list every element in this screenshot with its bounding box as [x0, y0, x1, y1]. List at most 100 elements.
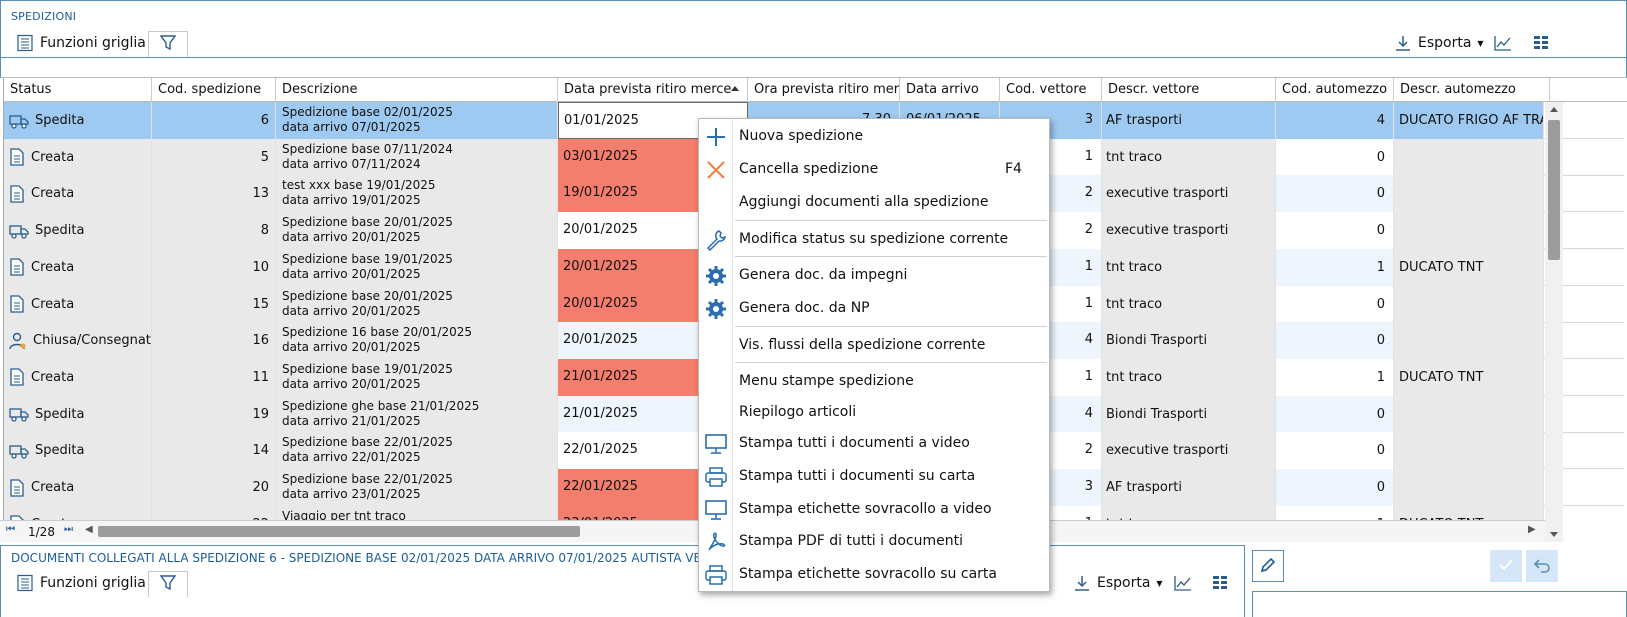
cell-status[interactable]: Creata [4, 285, 152, 323]
cell-status[interactable]: Creata [4, 138, 152, 176]
scroll-thumb[interactable] [1548, 120, 1560, 260]
column-header-descrizione[interactable]: Descrizione [276, 78, 558, 102]
menu-item[interactable]: Vis. flussi della spedizione corrente [699, 331, 1049, 361]
cell-cod-spedizione[interactable]: 16 [152, 322, 276, 360]
cell-cod-automezzo[interactable]: 0 [1276, 469, 1394, 506]
cell-status[interactable]: Spedita [4, 395, 152, 433]
grid-functions-button[interactable]: Funzioni griglia [16, 30, 146, 56]
cell-descrizione[interactable]: Spedizione base 20/01/2025 data arrivo 20… [276, 212, 558, 250]
cell-descr-vettore[interactable]: executive trasporti [1102, 212, 1276, 250]
cell-descr-automezzo[interactable] [1394, 322, 1544, 360]
menu-item[interactable]: Genera doc. da NP [699, 294, 1049, 324]
cell-descrizione[interactable]: Spedizione base 22/01/2025 data arrivo 22… [276, 432, 558, 470]
cell-status[interactable]: Chiusa/Consegnata [4, 322, 152, 360]
menu-item[interactable]: Genera doc. da impegni [699, 261, 1049, 291]
cell-status[interactable]: Creata [4, 175, 152, 213]
cell-cod-spedizione[interactable]: 6 [152, 102, 276, 139]
cell-cod-spedizione[interactable]: 20 [152, 469, 276, 506]
cell-descrizione[interactable]: Spedizione ghe base 21/01/2025 data arriv… [276, 395, 558, 433]
export-button[interactable]: Esporta ▼ [1394, 30, 1484, 56]
cell-status[interactable]: Spedita [4, 432, 152, 470]
cell-descr-automezzo[interactable] [1394, 285, 1544, 323]
filter-button[interactable] [148, 31, 188, 57]
cell-cod-automezzo[interactable]: 0 [1276, 322, 1394, 360]
cell-descr-vettore[interactable]: AF trasporti [1102, 102, 1276, 139]
menu-item[interactable]: Stampa tutti i documenti a video [699, 429, 1049, 459]
vertical-scrollbar[interactable] [1545, 102, 1563, 542]
scroll-left-icon[interactable]: ◀ [85, 524, 93, 535]
cell-descrizione[interactable]: Spedizione base 19/01/2025 data arrivo 20… [276, 358, 558, 396]
cell-descr-vettore[interactable]: tnt traco [1102, 358, 1276, 396]
menu-item[interactable]: Stampa PDF di tutti i documenti [699, 527, 1049, 557]
cell-descr-automezzo[interactable] [1394, 395, 1544, 433]
cell-descr-automezzo[interactable]: DUCATO TNT [1394, 358, 1544, 396]
cell-cod-automezzo[interactable]: 1 [1276, 248, 1394, 286]
cell-cod-spedizione[interactable]: 8 [152, 212, 276, 250]
cell-descrizione[interactable]: test xxx base 19/01/2025 data arrivo 19/0… [276, 175, 558, 213]
menu-item[interactable]: Modifica status su spedizione corrente [699, 225, 1049, 255]
cell-descr-vettore[interactable]: Biondi Trasporti [1102, 322, 1276, 360]
column-header-ora-ritiro[interactable]: Ora prevista ritiro merce [748, 78, 900, 102]
column-header-descr-automezzo[interactable]: Descr. automezzo [1394, 78, 1550, 102]
cell-status[interactable]: Spedita [4, 212, 152, 250]
grid-view-button[interactable] [1533, 30, 1549, 56]
cell-descr-automezzo[interactable]: DUCATO TNT [1394, 248, 1544, 286]
menu-item[interactable]: Stampa etichette sovracollo su carta [699, 560, 1049, 590]
cell-status[interactable]: Creata [4, 469, 152, 506]
cell-cod-automezzo[interactable]: 0 [1276, 432, 1394, 470]
cell-descrizione[interactable]: Spedizione base 20/01/2025 data arrivo 20… [276, 285, 558, 323]
cell-cod-spedizione[interactable]: 19 [152, 395, 276, 433]
cell-descr-automezzo[interactable] [1394, 212, 1544, 250]
menu-item[interactable]: Aggiungi documenti alla spedizione [699, 188, 1049, 218]
scroll-down-icon[interactable] [1550, 532, 1558, 537]
cell-descr-vettore[interactable]: tnt traco [1102, 138, 1276, 176]
menu-item[interactable]: Nuova spedizione [699, 122, 1049, 152]
cell-cod-automezzo[interactable]: 1 [1276, 358, 1394, 396]
scroll-up-icon[interactable] [1550, 107, 1558, 112]
cell-cod-spedizione[interactable]: 13 [152, 175, 276, 213]
cell-cod-spedizione[interactable]: 11 [152, 358, 276, 396]
cell-descrizione[interactable]: Spedizione base 19/01/2025 data arrivo 20… [276, 248, 558, 286]
column-header-cod-automezzo[interactable]: Cod. automezzo [1276, 78, 1394, 102]
cell-cod-automezzo[interactable]: 0 [1276, 212, 1394, 250]
menu-item[interactable]: Stampa etichette sovracollo a video [699, 495, 1049, 525]
cell-cod-automezzo[interactable]: 4 [1276, 102, 1394, 139]
documents-filter-button[interactable] [148, 571, 188, 597]
cell-descr-vettore[interactable]: Biondi Trasporti [1102, 395, 1276, 433]
cell-descr-automezzo[interactable] [1394, 469, 1544, 506]
cell-cod-automezzo[interactable]: 0 [1276, 395, 1394, 433]
cell-status[interactable]: Spedita [4, 102, 152, 139]
last-page-icon[interactable]: ⏭ [64, 524, 73, 535]
cell-descr-automezzo[interactable]: DUCATO FRIGO AF TRASPORTI [1394, 102, 1544, 139]
menu-item[interactable]: Stampa tutti i documenti su carta [699, 462, 1049, 492]
first-page-icon[interactable]: ⏮ [6, 524, 15, 535]
cell-descr-vettore[interactable]: tnt traco [1102, 285, 1276, 323]
chart-button[interactable] [1493, 30, 1513, 56]
documents-export-button[interactable]: Esporta ▼ [1073, 570, 1163, 596]
cell-cod-automezzo[interactable]: 0 [1276, 175, 1394, 213]
horizontal-scroll-thumb[interactable] [98, 526, 580, 537]
documents-grid-functions-button[interactable]: Funzioni griglia [16, 570, 146, 596]
column-header-descr-vettore[interactable]: Descr. vettore [1102, 78, 1276, 102]
confirm-button[interactable] [1490, 550, 1522, 582]
cell-descr-vettore[interactable]: executive trasporti [1102, 175, 1276, 213]
column-header-cod-spedizione[interactable]: Cod. spedizione [152, 78, 276, 102]
cell-descr-automezzo[interactable] [1394, 175, 1544, 213]
cell-cod-spedizione[interactable]: 15 [152, 285, 276, 323]
menu-item[interactable]: Menu stampe spedizione [699, 367, 1049, 397]
cell-cod-spedizione[interactable]: 10 [152, 248, 276, 286]
undo-button[interactable] [1526, 550, 1558, 582]
cell-descr-automezzo[interactable] [1394, 138, 1544, 176]
cell-cod-automezzo[interactable]: 0 [1276, 285, 1394, 323]
cell-descr-automezzo[interactable] [1394, 432, 1544, 470]
cell-cod-spedizione[interactable]: 14 [152, 432, 276, 470]
column-header-status[interactable]: Status [4, 78, 152, 102]
detail-field[interactable] [1252, 591, 1627, 617]
column-header-data-ritiro[interactable]: Data prevista ritiro merce [558, 78, 748, 102]
cell-descrizione[interactable]: Spedizione base 02/01/2025 data arrivo 07… [276, 102, 558, 139]
cell-descr-vettore[interactable]: executive trasporti [1102, 432, 1276, 470]
cell-descr-vettore[interactable]: AF trasporti [1102, 469, 1276, 506]
filter-row[interactable] [0, 58, 1627, 78]
cell-descrizione[interactable]: Spedizione base 22/01/2025 data arrivo 23… [276, 469, 558, 506]
cell-cod-spedizione[interactable]: 5 [152, 138, 276, 176]
